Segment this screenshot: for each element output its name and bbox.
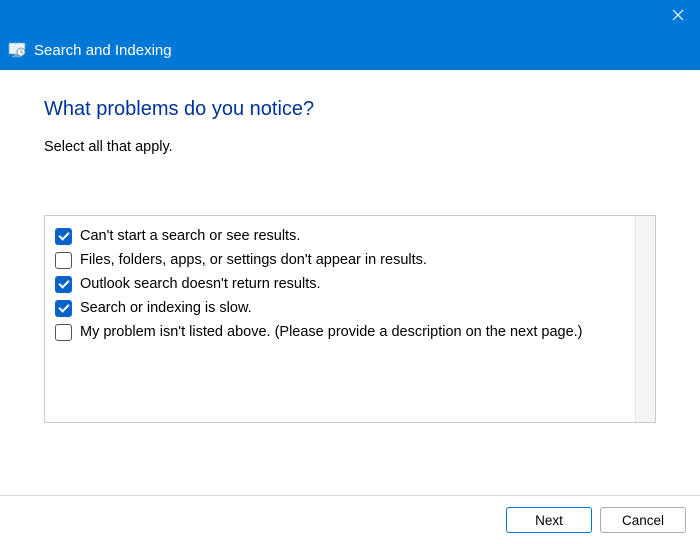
checkbox-icon[interactable] [55, 252, 72, 269]
option-label: Outlook search doesn't return results. [80, 274, 321, 294]
page-heading: What problems do you notice? [44, 98, 656, 121]
option-label: Files, folders, apps, or settings don't … [80, 250, 427, 270]
option-label: My problem isn't listed above. (Please p… [80, 322, 583, 342]
checkbox-icon[interactable] [55, 300, 72, 317]
scrollbar[interactable] [635, 216, 655, 422]
checkbox-icon[interactable] [55, 228, 72, 245]
problem-option[interactable]: Can't start a search or see results. [55, 224, 623, 248]
troubleshooter-icon [8, 41, 26, 59]
close-icon [672, 9, 684, 21]
problem-option[interactable]: My problem isn't listed above. (Please p… [55, 320, 623, 344]
cancel-button[interactable]: Cancel [600, 507, 686, 533]
problem-option[interactable]: Files, folders, apps, or settings don't … [55, 248, 623, 272]
next-button[interactable]: Next [506, 507, 592, 533]
problem-listbox: Can't start a search or see results. File… [44, 215, 656, 423]
checkbox-icon[interactable] [55, 276, 72, 293]
option-label: Can't start a search or see results. [80, 226, 300, 246]
titlebar [0, 0, 700, 30]
checkbox-icon[interactable] [55, 324, 72, 341]
problem-option[interactable]: Outlook search doesn't return results. [55, 272, 623, 296]
content-area: What problems do you notice? Select all … [0, 70, 700, 433]
close-button[interactable] [655, 0, 700, 30]
page-subtext: Select all that apply. [44, 139, 656, 155]
window-title: Search and Indexing [34, 42, 172, 59]
header: Search and Indexing [0, 30, 700, 70]
option-label: Search or indexing is slow. [80, 298, 252, 318]
problem-option[interactable]: Search or indexing is slow. [55, 296, 623, 320]
footer: Next Cancel [0, 495, 700, 544]
